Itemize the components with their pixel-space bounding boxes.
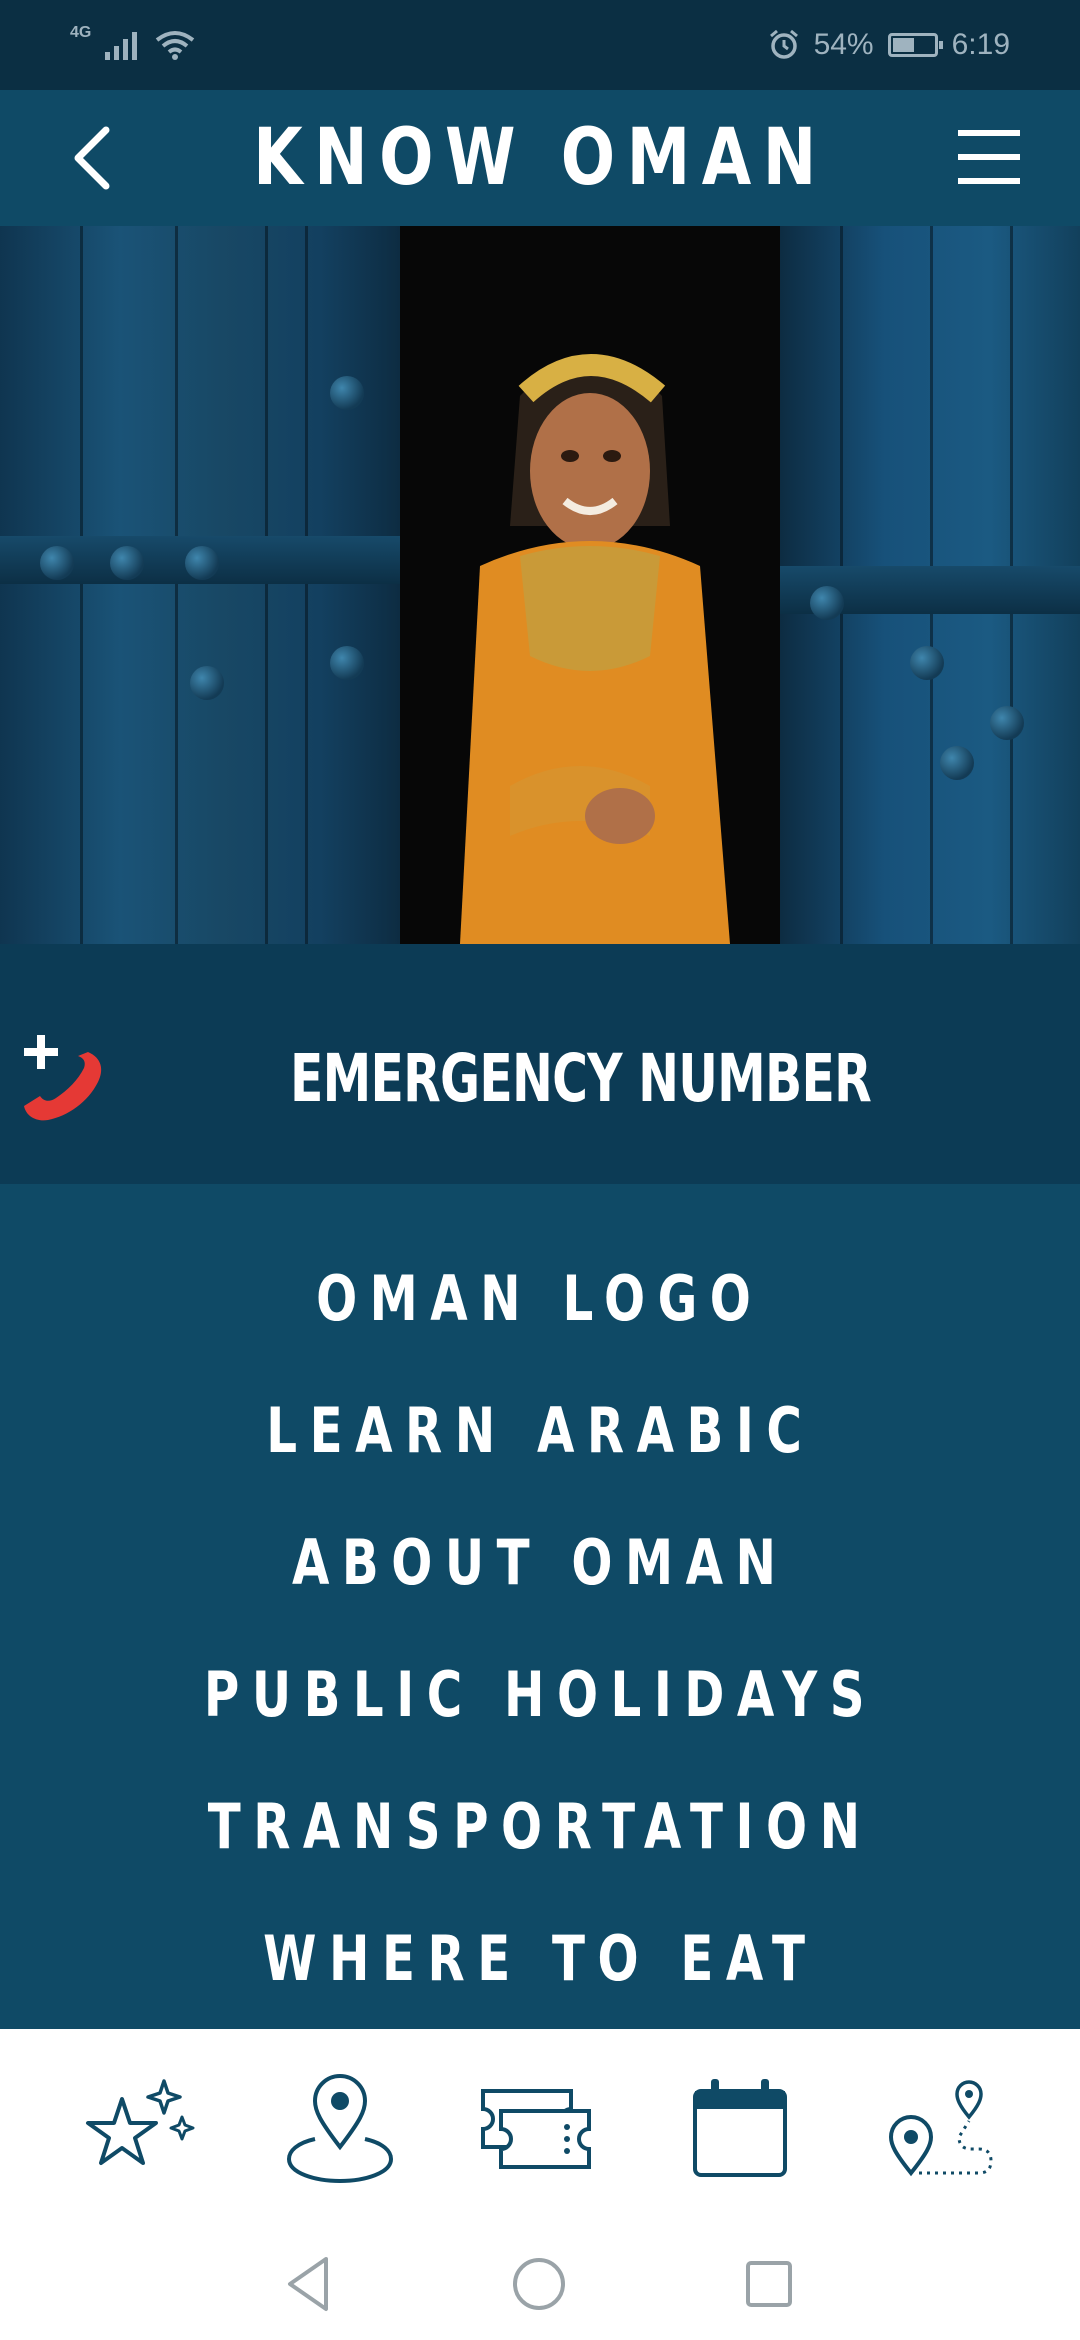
recents-square-icon — [746, 2261, 792, 2307]
menu-item-transportation[interactable]: TRANSPORTATION — [0, 1782, 1080, 1872]
menu-item-about-oman[interactable]: ABOUT OMAN — [0, 1518, 1080, 1608]
menu-item-oman-logo[interactable]: OMAN LOGO — [0, 1254, 1080, 1344]
hero-image — [0, 226, 1080, 944]
right-door — [780, 226, 1080, 944]
network-type: 4G — [70, 24, 92, 41]
back-button[interactable] — [64, 120, 124, 196]
nav-tickets-button[interactable] — [475, 2069, 605, 2189]
back-triangle-icon — [288, 2257, 328, 2311]
battery-icon — [887, 33, 943, 57]
menu-item-where-to-stay[interactable]: WHERE TO STAY — [0, 2010, 1080, 2029]
location-pin-icon — [286, 2074, 394, 2184]
alarm-icon — [769, 29, 798, 59]
nav-route-button[interactable] — [875, 2069, 1005, 2189]
menu-item-label: PUBLIC HOLIDAYS — [203, 1658, 877, 1731]
clock: 6:19 — [951, 28, 1010, 61]
emergency-phone-icon — [24, 1035, 102, 1121]
menu-item-label: LEARN ARABIC — [265, 1394, 815, 1467]
hamburger-menu-icon — [958, 130, 1020, 184]
menu-button[interactable] — [954, 124, 1024, 190]
nav-highlights-button[interactable] — [72, 2069, 202, 2189]
tickets-icon — [481, 2089, 591, 2169]
wifi-icon — [156, 31, 195, 60]
status-bar: 4G 54% 6:19 — [0, 0, 1080, 90]
stars-icon — [86, 2079, 195, 2165]
signal-icon — [105, 32, 138, 60]
status-left: 4G — [70, 24, 195, 60]
bottom-nav — [0, 2029, 1080, 2229]
system-back-button[interactable] — [274, 2249, 344, 2319]
system-nav — [0, 2229, 1080, 2340]
left-door — [0, 226, 400, 944]
status-right: 54% 6:19 — [768, 28, 1010, 62]
girl-figure — [400, 226, 780, 944]
emergency-number-label: EMERGENCY NUMBER — [290, 1040, 872, 1117]
back-arrow-icon — [74, 126, 110, 190]
emergency-number-button[interactable]: EMERGENCY NUMBER — [0, 944, 1080, 1184]
menu-item-label: WHERE TO EAT — [262, 1922, 818, 1995]
nav-location-button[interactable] — [275, 2069, 405, 2189]
menu-item-label: ABOUT OMAN — [291, 1526, 789, 1599]
battery-level — [892, 38, 915, 52]
menu-item-public-holidays[interactable]: PUBLIC HOLIDAYS — [0, 1650, 1080, 1740]
menu-item-label: TRANSPORTATION — [207, 1790, 873, 1863]
menu-item-where-to-eat[interactable]: WHERE TO EAT — [0, 1914, 1080, 2004]
battery-percent: 54% — [813, 28, 874, 61]
menu-list: OMAN LOGO LEARN ARABIC ABOUT OMAN PUBLIC… — [0, 1184, 1080, 2029]
calendar-icon — [693, 2079, 787, 2177]
system-recents-button[interactable] — [734, 2249, 804, 2319]
menu-item-label: WHERE TO STAY — [240, 2010, 839, 2029]
app-header: KNOW OMAN — [0, 90, 1080, 226]
app-title: KNOW OMAN — [252, 113, 828, 203]
home-circle-icon — [513, 2258, 565, 2310]
route-map-icon — [888, 2080, 993, 2177]
nav-calendar-button[interactable] — [675, 2069, 805, 2189]
menu-item-label: OMAN LOGO — [316, 1262, 764, 1335]
system-home-button[interactable] — [504, 2249, 574, 2319]
menu-item-learn-arabic[interactable]: LEARN ARABIC — [0, 1386, 1080, 1476]
